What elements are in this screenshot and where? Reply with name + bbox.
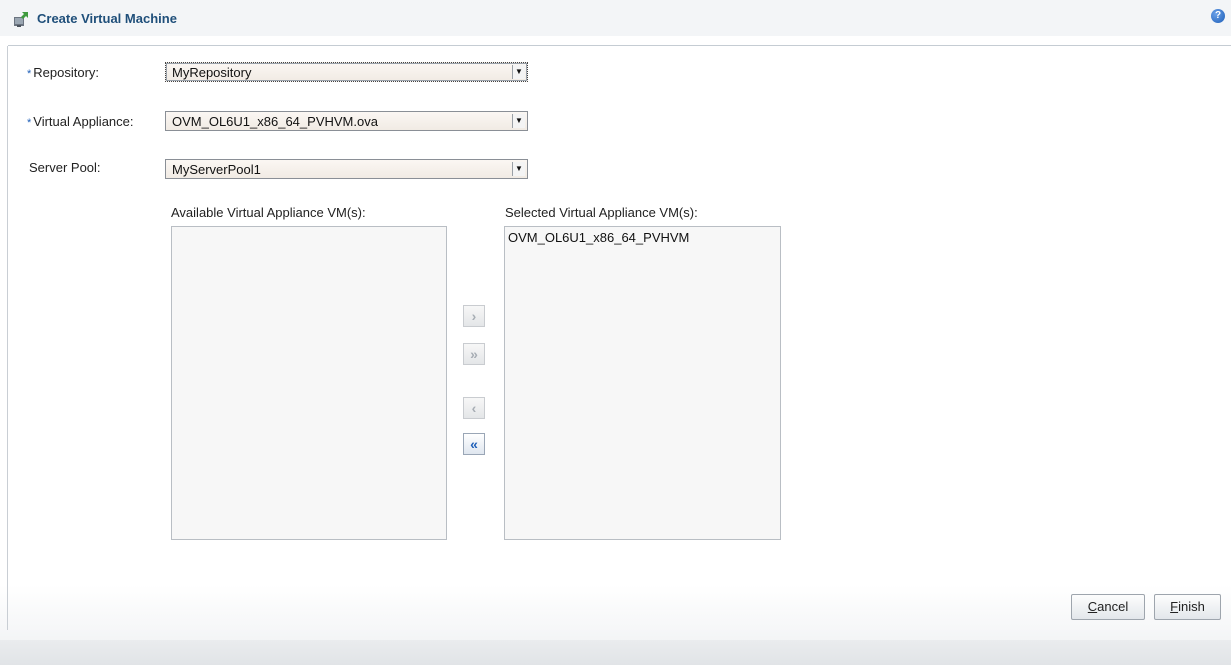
virtual-appliance-label-text: Virtual Appliance: [33,114,134,129]
required-marker: * [27,117,32,129]
remove-icon: ‹ [471,400,477,416]
virtual-appliance-select[interactable]: OVM_OL6U1_x86_64_PVHVM.ova ▼ [165,111,528,131]
remove-all-icon: « [470,436,478,452]
cancel-button[interactable]: Cancel [1071,594,1145,620]
cancel-label: ancel [1097,599,1129,614]
dialog-title: Create Virtual Machine [37,11,177,26]
list-item[interactable]: OVM_OL6U1_x86_64_PVHVM [505,227,780,248]
title-divider [8,45,1231,46]
cancel-mnemonic: C [1087,599,1098,614]
available-vms-list[interactable] [171,226,447,540]
virtual-appliance-label: * Virtual Appliance: [27,114,134,129]
chevron-down-icon[interactable]: ▼ [512,65,525,79]
virtual-machine-icon [14,12,28,27]
server-pool-select-value: MyServerPool1 [172,162,261,177]
required-marker: * [27,68,32,80]
move-button[interactable]: › [463,305,485,327]
create-vm-dialog: Create Virtual Machine ? * Repository: My… [0,0,1231,665]
virtual-appliance-select-value: OVM_OL6U1_x86_64_PVHVM.ova [172,114,378,129]
repository-select-value: MyRepository [172,65,252,80]
move-all-button[interactable]: » [463,343,485,365]
chevron-down-icon[interactable]: ▼ [512,162,525,176]
repository-select[interactable]: MyRepository ▼ [165,62,528,82]
chevron-down-icon[interactable]: ▼ [512,114,525,128]
move-all-icon: » [470,346,478,362]
dialog-footer-band [0,640,1231,665]
remove-button[interactable]: ‹ [463,397,485,419]
move-icon: › [471,308,477,324]
finish-label: inish [1178,599,1205,614]
dialog-titlebar [0,0,1231,36]
selected-vms-list[interactable]: OVM_OL6U1_x86_64_PVHVM [504,226,781,540]
server-pool-label: Server Pool: [29,160,101,175]
finish-button[interactable]: Finish [1154,594,1221,620]
remove-all-button[interactable]: « [463,433,485,455]
server-pool-select[interactable]: MyServerPool1 ▼ [165,159,528,179]
dialog-left-border [7,46,8,630]
finish-mnemonic: F [1170,599,1179,614]
selected-vms-label: Selected Virtual Appliance VM(s): [505,205,698,220]
available-vms-label: Available Virtual Appliance VM(s): [171,205,366,220]
help-icon[interactable]: ? [1211,9,1225,23]
repository-label-text: Repository: [33,65,100,80]
repository-label: * Repository: [27,65,99,80]
